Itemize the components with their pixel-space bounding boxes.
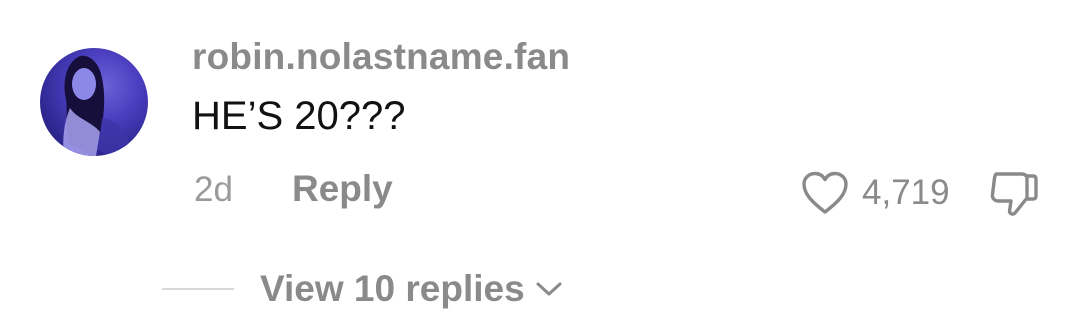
like-count: 4,719	[862, 173, 950, 212]
avatar-photo	[63, 55, 130, 156]
view-replies-button[interactable]: View 10 replies	[260, 266, 563, 312]
thumbs-down-icon[interactable]	[988, 168, 1040, 218]
avatar[interactable]	[40, 48, 148, 156]
comment-timestamp: 2d	[194, 170, 233, 209]
chevron-down-icon	[536, 282, 562, 296]
heart-icon	[802, 171, 848, 214]
reply-button[interactable]: Reply	[292, 168, 393, 210]
view-replies-label: View 10 replies	[260, 268, 525, 309]
comment-text: HE’S 20???	[192, 94, 406, 138]
like-button[interactable]: 4,719	[800, 168, 950, 218]
comment-username[interactable]: robin.nolastname.fan	[192, 36, 570, 78]
replies-divider	[162, 288, 234, 290]
